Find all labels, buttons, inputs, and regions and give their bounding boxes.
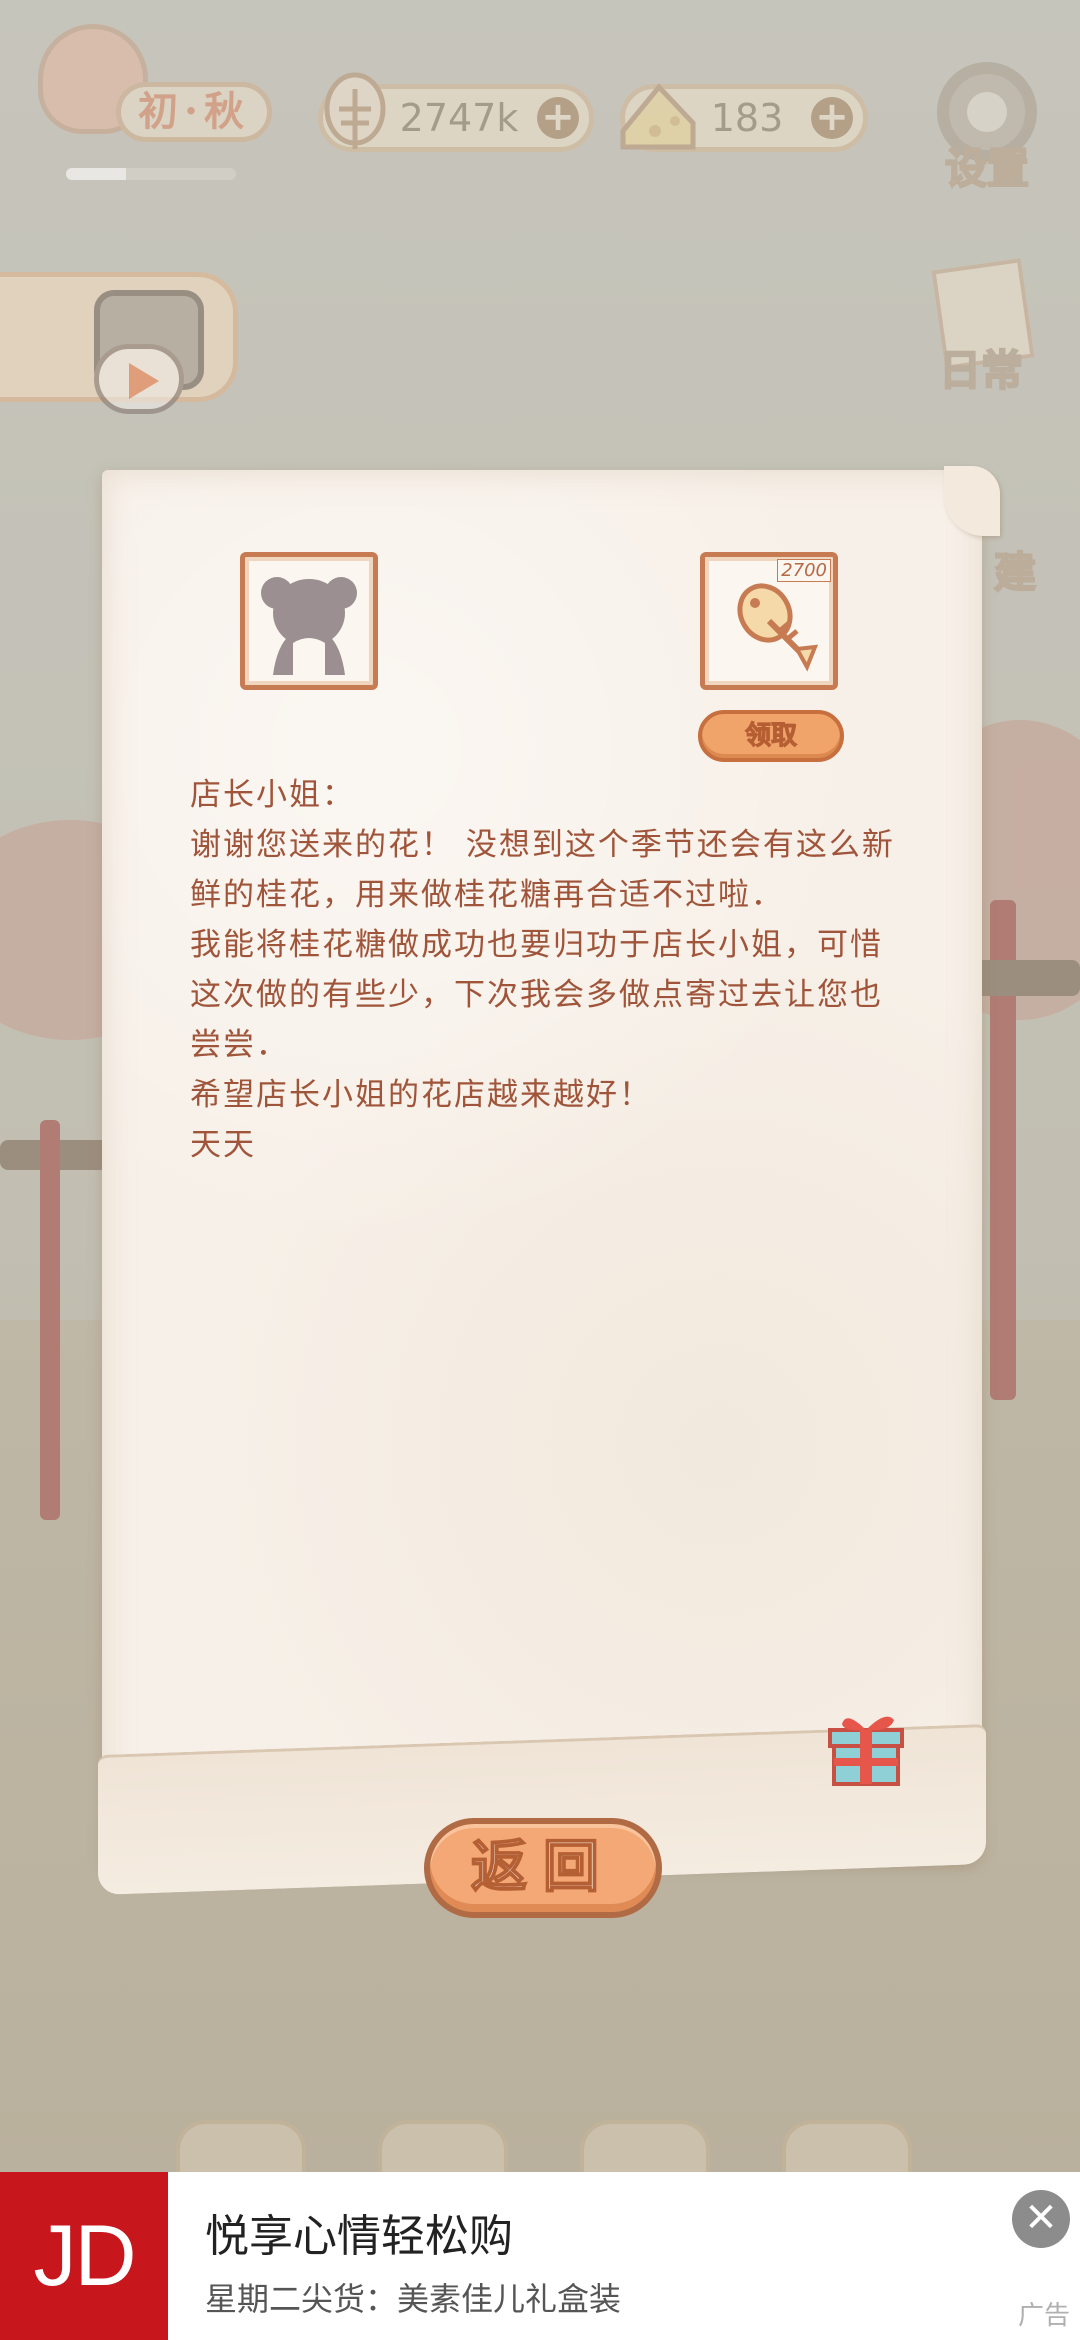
letter-body: 店长小姐： 谢谢您送来的花！ 没想到这个季节还会有这么新鲜的桂花，用来做桂花糖再… xyxy=(190,770,910,1170)
letter-paragraph: 我能将桂花糖做成功也要归功于店长小姐，可惜这次做的有些少，下次我会多做点寄过去让… xyxy=(190,927,883,1063)
letter-salutation: 店长小姐： xyxy=(190,777,355,813)
season-badge[interactable]: 初·秋 xyxy=(38,24,272,160)
sender-silhouette-icon xyxy=(261,577,357,675)
fish-currency-value: 2747k xyxy=(399,96,519,140)
ad-subtitle: 星期二尖货：美素佳儿礼盒装 xyxy=(205,2280,622,2318)
claim-reward-button[interactable]: 领取 xyxy=(698,710,844,762)
play-icon xyxy=(94,344,184,414)
reward-item-frame: 2700 xyxy=(700,552,838,690)
fish-bone-icon xyxy=(737,583,819,672)
season-label: 初·秋 xyxy=(116,82,272,142)
video-reward-button[interactable] xyxy=(64,290,224,414)
return-button[interactable]: 返回 xyxy=(424,1818,662,1918)
sender-avatar-frame xyxy=(240,552,378,690)
ad-banner[interactable]: JD 悦享心情轻松购 星期二尖货：美素佳儿礼盒装 ✕ 广告 xyxy=(0,2172,1080,2340)
paper-curl xyxy=(944,466,1000,536)
ad-close-button[interactable]: ✕ xyxy=(1012,2190,1070,2248)
cheese-currency-value: 183 xyxy=(710,96,784,140)
dock-item-4[interactable] xyxy=(782,2120,912,2180)
letter-dialog: 2700 领取 店长小姐： 谢谢您送来的花！ 没想到这个季节还会有这么新鲜的桂花… xyxy=(98,466,1000,1896)
dock-item-2[interactable] xyxy=(378,2120,508,2180)
daily-label: 日常 xyxy=(938,345,1024,396)
ad-title: 悦享心情轻松购 xyxy=(205,2211,513,2262)
reward-amount: 2700 xyxy=(777,559,831,582)
letter-signature: 天天 xyxy=(190,1127,256,1163)
cheese-icon xyxy=(620,83,696,150)
letter-paragraph: 希望店长小姐的花店越来越好！ xyxy=(190,1077,652,1113)
dock-item-1[interactable] xyxy=(176,2120,306,2180)
cheese-add-button[interactable]: + xyxy=(811,97,853,139)
fish-add-button[interactable]: + xyxy=(537,97,579,139)
ad-tag: 广告 xyxy=(1017,2301,1070,2331)
settings-label: 设置 xyxy=(944,143,1030,194)
dock-item-3[interactable] xyxy=(580,2120,710,2180)
daily-button[interactable]: 日常 xyxy=(916,258,1046,398)
season-progress-fill xyxy=(66,168,126,180)
jd-logo: JD xyxy=(0,2172,168,2340)
fish-bone-icon xyxy=(324,72,386,149)
settings-button[interactable]: 设置 xyxy=(922,56,1052,196)
season-progress-bar xyxy=(66,168,236,180)
cheese-currency: 183 + xyxy=(620,83,868,152)
fish-currency: 2747k + xyxy=(318,72,594,152)
gift-icon[interactable] xyxy=(824,1706,908,1790)
letter-paragraph: 谢谢您送来的花！ 没想到这个季节还会有这么新鲜的桂花，用来做桂花糖再合适不过啦． xyxy=(190,827,895,913)
